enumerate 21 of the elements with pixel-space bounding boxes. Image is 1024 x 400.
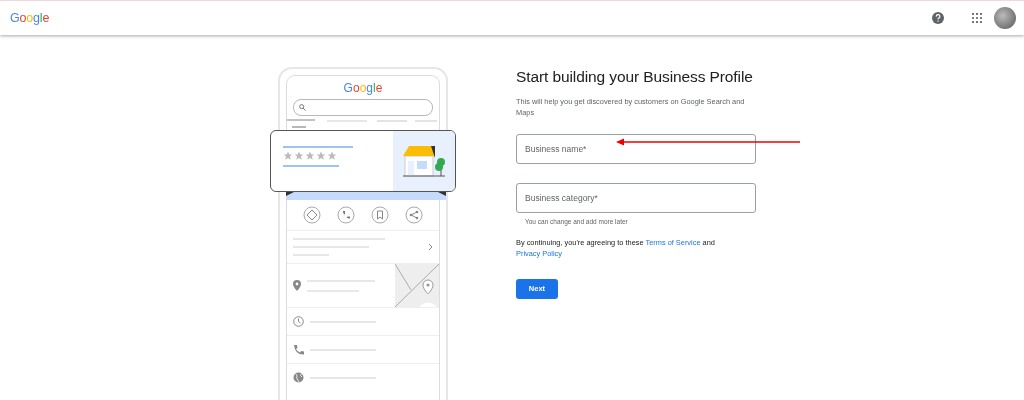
search-icon	[299, 104, 306, 111]
apps-grid-icon[interactable]	[972, 13, 982, 23]
globe-icon	[293, 372, 304, 383]
help-icon[interactable]	[932, 12, 944, 24]
business-name-field[interactable]: Business name*	[516, 134, 756, 164]
avatar[interactable]	[994, 7, 1016, 29]
chevron-right-icon	[428, 243, 433, 251]
phone-icon	[337, 206, 355, 224]
google-logo: Google	[343, 80, 383, 95]
phone-icon	[293, 344, 304, 355]
placeholder-lines	[307, 277, 377, 294]
business-category-field[interactable]: Business category*	[516, 183, 756, 213]
google-logo: Google	[10, 11, 50, 25]
bookmark-icon	[371, 206, 389, 224]
clock-icon	[293, 316, 304, 327]
share-icon	[405, 206, 423, 224]
placeholder-lines	[283, 145, 355, 149]
location-pin-icon	[293, 280, 301, 291]
directions-icon	[303, 206, 321, 224]
page-title: Start building your Business Profile	[516, 68, 754, 86]
storefront-icon	[401, 144, 447, 178]
